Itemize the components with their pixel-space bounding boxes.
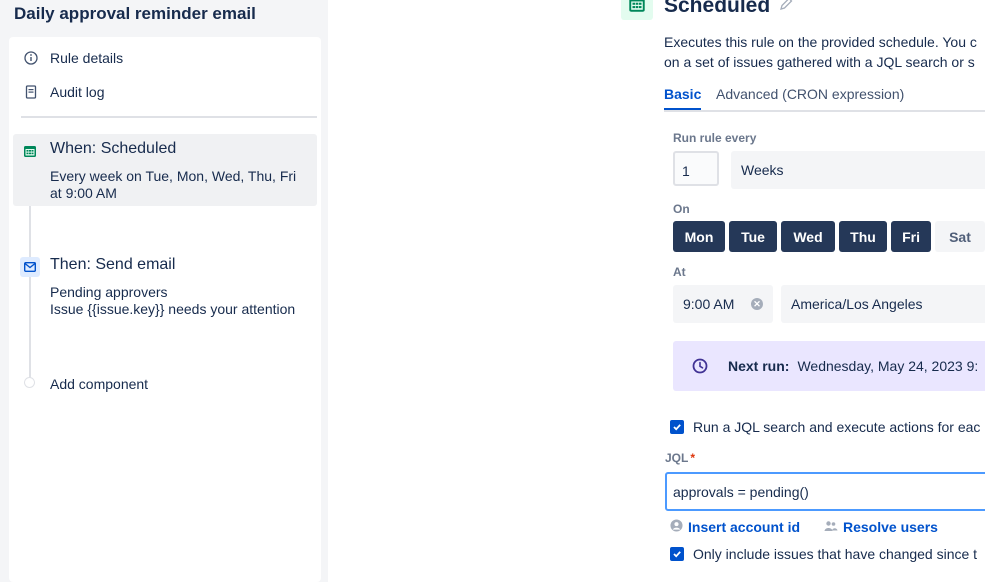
users-icon	[824, 519, 838, 535]
day-thu-button[interactable]: Thu	[839, 221, 887, 252]
at-label: At	[673, 265, 686, 279]
time-select[interactable]: 9:00 AM ✕	[673, 285, 773, 323]
schedule-title: Scheduled	[664, 0, 794, 18]
calendar-icon	[20, 141, 40, 161]
run-every-label: Run rule every	[673, 131, 757, 145]
clock-icon	[692, 358, 708, 374]
schedule-description-line2: on a set of issues gathered with a JQL s…	[664, 54, 975, 70]
edit-pencil-icon[interactable]	[778, 0, 794, 18]
day-tue-button[interactable]: Tue	[729, 221, 777, 252]
day-sat-button[interactable]: Sat	[935, 221, 985, 252]
schedule-description: Executes this rule on the provided sched…	[664, 32, 985, 72]
jql-label: JQL *	[665, 451, 695, 465]
jql-label-text: JQL	[665, 451, 689, 465]
jql-search-checkbox-row[interactable]: Run a JQL search and execute actions for…	[670, 419, 980, 435]
component-when-desc-line1: Every week on Tue, Mon, Wed, Thu, Fri	[50, 168, 297, 184]
jql-search-checkbox-label: Run a JQL search and execute actions for…	[693, 419, 981, 435]
nav-audit-log-label: Audit log	[50, 84, 105, 100]
next-run-banner: Next run: Wednesday, May 24, 2023 9:	[673, 341, 985, 391]
run-every-input[interactable]: 1	[673, 151, 719, 186]
component-when-desc-line2: at 9:00 AM	[50, 185, 117, 201]
add-component-circle-icon	[24, 377, 35, 388]
nav-rule-details[interactable]: Rule details	[22, 49, 123, 67]
only-changed-checkbox-row[interactable]: Only include issues that have changed si…	[670, 546, 977, 562]
rule-sidebar: Daily approval reminder email Rule detai…	[0, 0, 328, 582]
next-run-label: Next run:	[728, 358, 790, 374]
resolve-users-label: Resolve users	[843, 519, 938, 535]
day-mon-button[interactable]: Mon	[673, 221, 725, 252]
tab-advanced-cron[interactable]: Advanced (CRON expression)	[716, 86, 904, 108]
resolve-users-link[interactable]: Resolve users	[824, 519, 938, 535]
insert-account-id-label: Insert account id	[688, 519, 801, 535]
timezone-select[interactable]: America/Los Angeles	[781, 285, 985, 323]
add-component-button[interactable]: Add component	[50, 376, 148, 392]
insert-account-id-link[interactable]: Insert account id	[670, 519, 800, 535]
component-then-title[interactable]: Then: Send email	[50, 256, 175, 274]
mail-icon	[20, 257, 40, 277]
only-changed-checkbox-label: Only include issues that have changed si…	[693, 546, 978, 562]
jql-search-checkbox[interactable]	[670, 420, 684, 434]
divider	[21, 116, 317, 118]
day-fri-button[interactable]: Fri	[891, 221, 931, 252]
nav-rule-details-label: Rule details	[50, 50, 124, 66]
required-mark: *	[690, 451, 696, 465]
scheduled-calendar-icon	[621, 0, 653, 20]
component-then-desc-line1: Pending approvers	[50, 284, 168, 300]
next-run-value: Wednesday, May 24, 2023 9:	[797, 358, 979, 374]
info-icon	[22, 49, 40, 67]
document-icon	[22, 83, 40, 101]
jql-input[interactable]: approvals = pending()	[665, 472, 985, 511]
nav-audit-log[interactable]: Audit log	[22, 83, 104, 101]
clear-time-icon[interactable]: ✕	[751, 298, 763, 310]
component-when-title: When: Scheduled	[50, 140, 177, 157]
schedule-title-text: Scheduled	[664, 0, 771, 17]
user-circle-icon	[670, 519, 683, 535]
day-wed-button[interactable]: Wed	[781, 221, 835, 252]
component-then-desc-line2: Issue {{issue.key}} needs your attention	[50, 301, 296, 317]
tab-basic[interactable]: Basic	[664, 86, 702, 110]
on-label: On	[673, 202, 690, 216]
schedule-tabs: Basic Advanced (CRON expression)	[664, 86, 985, 112]
only-changed-checkbox[interactable]	[670, 547, 684, 561]
day-selector: Mon Tue Wed Thu Fri Sat	[673, 221, 985, 252]
time-value: 9:00 AM	[683, 296, 735, 312]
rule-title: Daily approval reminder email	[14, 4, 256, 23]
run-every-unit-select[interactable]: Weeks	[731, 151, 985, 189]
schedule-description-line1: Executes this rule on the provided sched…	[664, 34, 977, 50]
